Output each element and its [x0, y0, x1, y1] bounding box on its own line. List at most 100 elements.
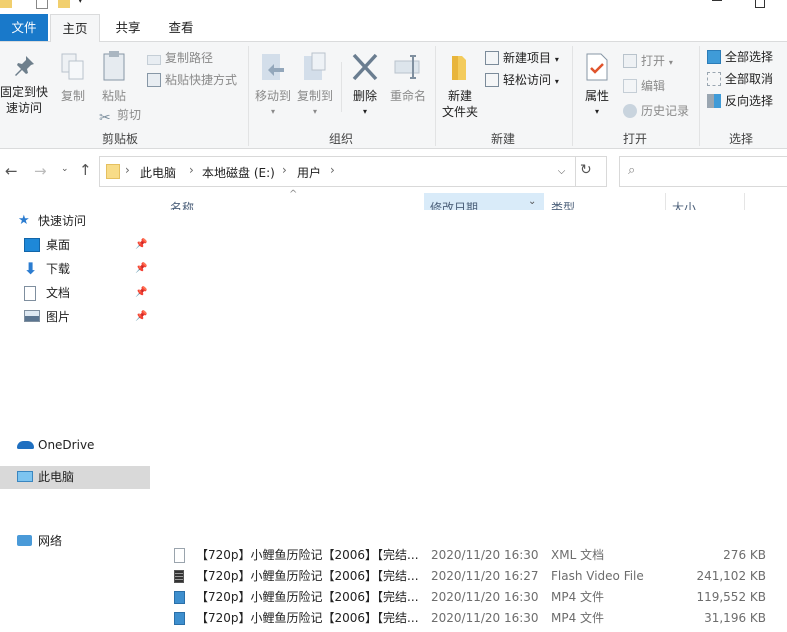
copy-button[interactable]: 复制	[56, 52, 90, 104]
address-dropdown-button[interactable]: ⌵	[548, 157, 576, 186]
up-button[interactable]: ↑	[79, 161, 92, 179]
file-name: 【720p】小鲤鱼历险记【2006】【完结...	[196, 548, 419, 562]
copy-path-icon	[147, 55, 161, 65]
easy-access-button[interactable]: 轻松访问 ▾	[485, 70, 559, 90]
properties-label: 属性	[584, 89, 609, 103]
copy-label: 复制	[60, 89, 85, 103]
paste-label: 粘贴	[101, 89, 126, 103]
folder-icon	[106, 164, 120, 179]
nav-network[interactable]: 网络	[0, 529, 150, 553]
invert-selection-button[interactable]: 反向选择	[707, 91, 773, 111]
nav-desktop[interactable]: 桌面 📌	[0, 233, 150, 257]
forward-button[interactable]: →	[34, 162, 47, 180]
tab-share[interactable]: 共享	[106, 14, 150, 41]
open-button[interactable]: 打开 ▾	[623, 51, 673, 71]
cut-button[interactable]: ✂ 剪切	[99, 105, 141, 126]
tab-view[interactable]: 查看	[158, 14, 204, 41]
tab-file[interactable]: 文件	[0, 14, 48, 41]
nav-quick-access[interactable]: ★ 快速访问	[0, 209, 150, 233]
qat-folder-icon[interactable]	[0, 0, 12, 8]
download-icon: ⬇	[24, 259, 38, 278]
file-type: Flash Video File	[551, 569, 644, 583]
select-none-icon	[707, 72, 721, 86]
pin-icon[interactable]: 📌	[135, 305, 147, 329]
back-button[interactable]: ←	[5, 162, 18, 180]
recent-locations-button[interactable]: ⌄	[61, 164, 69, 174]
tab-home[interactable]: 主页	[50, 14, 100, 42]
breadcrumb-users[interactable]: 用户	[297, 164, 321, 181]
breadcrumb-separator: ›	[330, 163, 335, 177]
column-dropdown-icon[interactable]: ⌄	[528, 196, 536, 207]
properties-button[interactable]: 属性 ▾	[580, 52, 614, 120]
edit-button[interactable]: 编辑	[623, 76, 665, 96]
file-row[interactable]: 【720p】小鲤鱼历险记【2006】【完结... 2020/11/20 16:30…	[170, 587, 766, 608]
nav-label: 此电脑	[38, 470, 75, 484]
paste-shortcut-button[interactable]: 粘贴快捷方式	[147, 70, 237, 90]
nav-pictures[interactable]: 图片 📌	[0, 305, 150, 329]
file-size: 276 KB	[723, 548, 766, 562]
copy-to-icon	[304, 52, 326, 80]
new-folder-icon	[452, 56, 466, 80]
file-date: 2020/11/20 16:30	[431, 611, 539, 625]
edit-label: 编辑	[641, 79, 666, 93]
divider	[435, 46, 436, 146]
breadcrumb-separator: ›	[125, 163, 130, 177]
pin-icon[interactable]: 📌	[135, 257, 147, 281]
move-to-button[interactable]: 移动到 ▾	[252, 52, 294, 120]
column-label: 大小	[672, 201, 697, 210]
rename-button[interactable]: 重命名	[387, 52, 429, 104]
select-none-button[interactable]: 全部取消	[707, 69, 773, 89]
qat-dropdown-icon[interactable]: ▾	[78, 0, 83, 6]
copy-path-button[interactable]: 复制路径	[147, 48, 213, 68]
column-label: 修改日期	[430, 201, 479, 210]
pin-quick-access-button[interactable]: 固定到快 速访问	[0, 54, 48, 116]
history-button[interactable]: 历史记录	[623, 101, 689, 121]
column-header-date[interactable]: 修改日期 ⌄	[424, 193, 544, 210]
pin-icon[interactable]: 📌	[135, 233, 147, 257]
paste-icon	[103, 51, 125, 81]
open-icon	[623, 54, 637, 68]
column-label: 类型	[551, 201, 576, 210]
column-header-size[interactable]: 大小	[666, 193, 744, 210]
file-row[interactable]: 【720p】小鲤鱼历险记【2006】【完结... 2020/11/20 16:30…	[170, 608, 766, 629]
delete-button[interactable]: 删除 ▾	[347, 52, 383, 120]
column-header-type[interactable]: 类型	[545, 193, 665, 210]
file-size: 119,552 KB	[696, 590, 766, 604]
history-icon	[623, 104, 637, 118]
column-label: 名称	[170, 201, 195, 210]
paste-button[interactable]: 粘贴	[97, 50, 131, 104]
pictures-icon	[24, 310, 40, 322]
minimize-icon[interactable]	[712, 0, 722, 1]
select-all-button[interactable]: 全部选择	[707, 47, 773, 67]
nav-label: OneDrive	[38, 438, 95, 452]
refresh-button[interactable]: ↻	[580, 162, 592, 178]
nav-this-pc[interactable]: 此电脑	[0, 466, 150, 489]
nav-downloads[interactable]: ⬇ 下载 📌	[0, 257, 150, 281]
open-label: 打开	[641, 54, 666, 68]
file-row[interactable]: 【720p】小鲤鱼历险记【2006】【完结... 2020/11/20 16:27…	[170, 566, 766, 587]
nav-onedrive[interactable]: OneDrive	[0, 433, 150, 457]
new-folder-button[interactable]: 新建 文件夹	[438, 54, 482, 120]
mp4-file-icon	[174, 591, 185, 604]
search-input[interactable]: ⌕	[619, 156, 787, 187]
divider	[572, 46, 573, 146]
open-group-label: 打开	[622, 132, 647, 146]
column-divider[interactable]	[744, 193, 745, 210]
nav-documents[interactable]: 文档 📌	[0, 281, 150, 305]
new-group-label: 新建	[490, 132, 515, 146]
qat-new-folder-icon[interactable]	[58, 0, 70, 8]
column-header-name[interactable]: 名称	[158, 193, 424, 210]
pin-label-1: 固定到快	[0, 85, 49, 99]
copy-icon	[61, 53, 84, 80]
qat-properties-icon[interactable]	[36, 0, 48, 9]
new-item-button[interactable]: 新建项目 ▾	[485, 48, 559, 68]
file-row[interactable]: 【720p】小鲤鱼历险记【2006】【完结... 2020/11/20 16:30…	[170, 545, 766, 566]
file-size: 31,196 KB	[704, 611, 766, 625]
breadcrumb-this-pc[interactable]: 此电脑	[140, 164, 176, 181]
pin-icon[interactable]: 📌	[135, 281, 147, 305]
copy-to-button[interactable]: 复制到 ▾	[294, 52, 336, 120]
breadcrumb-drive[interactable]: 本地磁盘 (E:)	[202, 164, 275, 181]
address-bar[interactable]: › 此电脑 › 本地磁盘 (E:) › 用户 › ⌵ ↻	[99, 156, 607, 187]
maximize-icon[interactable]	[755, 0, 765, 8]
document-icon	[24, 286, 36, 301]
